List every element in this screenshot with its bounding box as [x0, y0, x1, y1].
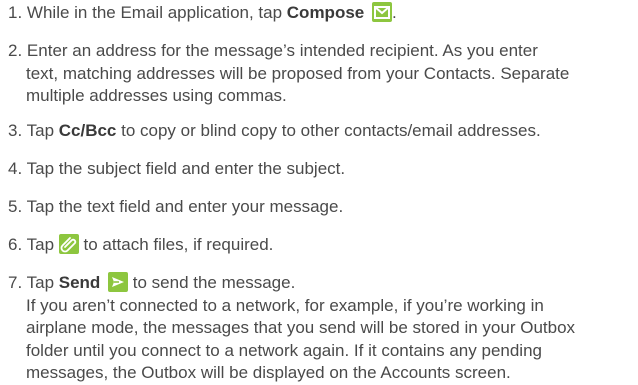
instruction-list: 1. While in the Email application, tap C…: [0, 0, 638, 382]
step-text: Tap: [26, 273, 59, 292]
step-number: 3.: [8, 121, 23, 140]
step-6: 6. Tap to attach files, if required.: [8, 234, 633, 257]
step-text-line3: multiple addresses using commas.: [26, 86, 287, 105]
step-text: Tap: [26, 235, 59, 254]
step-4: 4. Tap the subject field and enter the s…: [8, 158, 633, 181]
step-7: 7. Tap Send to send the message. If you …: [8, 272, 633, 385]
step-number: 1.: [8, 3, 23, 22]
send-icon: [108, 272, 129, 292]
step-number: 7.: [8, 273, 23, 292]
attach-icon: [58, 234, 79, 254]
cc-bcc-label: Cc/Bcc: [58, 121, 117, 140]
note-line4: messages, the Outbox will be displayed o…: [26, 363, 511, 382]
compose-label: Compose: [286, 3, 365, 22]
step-2: 2. Enter an address for the message’s in…: [8, 40, 633, 108]
step-text-line2: text, matching addresses will be propose…: [26, 63, 570, 83]
note-line2: airplane mode, the messages that you sen…: [26, 318, 576, 337]
step-number: 5.: [8, 197, 23, 216]
step-text: Tap the text field and enter your messag…: [26, 197, 344, 216]
send-label: Send: [58, 273, 101, 292]
step-text: Tap the subject field and enter the subj…: [26, 159, 346, 178]
step-text: Tap: [26, 121, 59, 140]
step-1: 1. While in the Email application, tap C…: [8, 2, 633, 25]
step-text-end: .: [391, 3, 397, 22]
step-text-end: to send the message.: [128, 273, 296, 292]
step-number: 4.: [8, 159, 23, 178]
compose-icon: [371, 2, 392, 22]
step-5: 5. Tap the text field and enter your mes…: [8, 196, 633, 219]
step-text-end: to copy or blind copy to other contacts/…: [116, 121, 541, 140]
step-number: 6.: [8, 235, 23, 254]
step-text-end: to attach files, if required.: [78, 235, 274, 254]
step-text-line1: Enter an address for the message’s inten…: [26, 41, 538, 60]
note-line3: folder until you connect to a network ag…: [26, 340, 542, 360]
step-3: 3. Tap Cc/Bcc to copy or blind copy to o…: [8, 120, 633, 143]
step-text: While in the Email application, tap: [26, 3, 287, 22]
note-line1: If you aren’t connected to a network, fo…: [26, 295, 544, 315]
step-number: 2.: [8, 41, 23, 60]
